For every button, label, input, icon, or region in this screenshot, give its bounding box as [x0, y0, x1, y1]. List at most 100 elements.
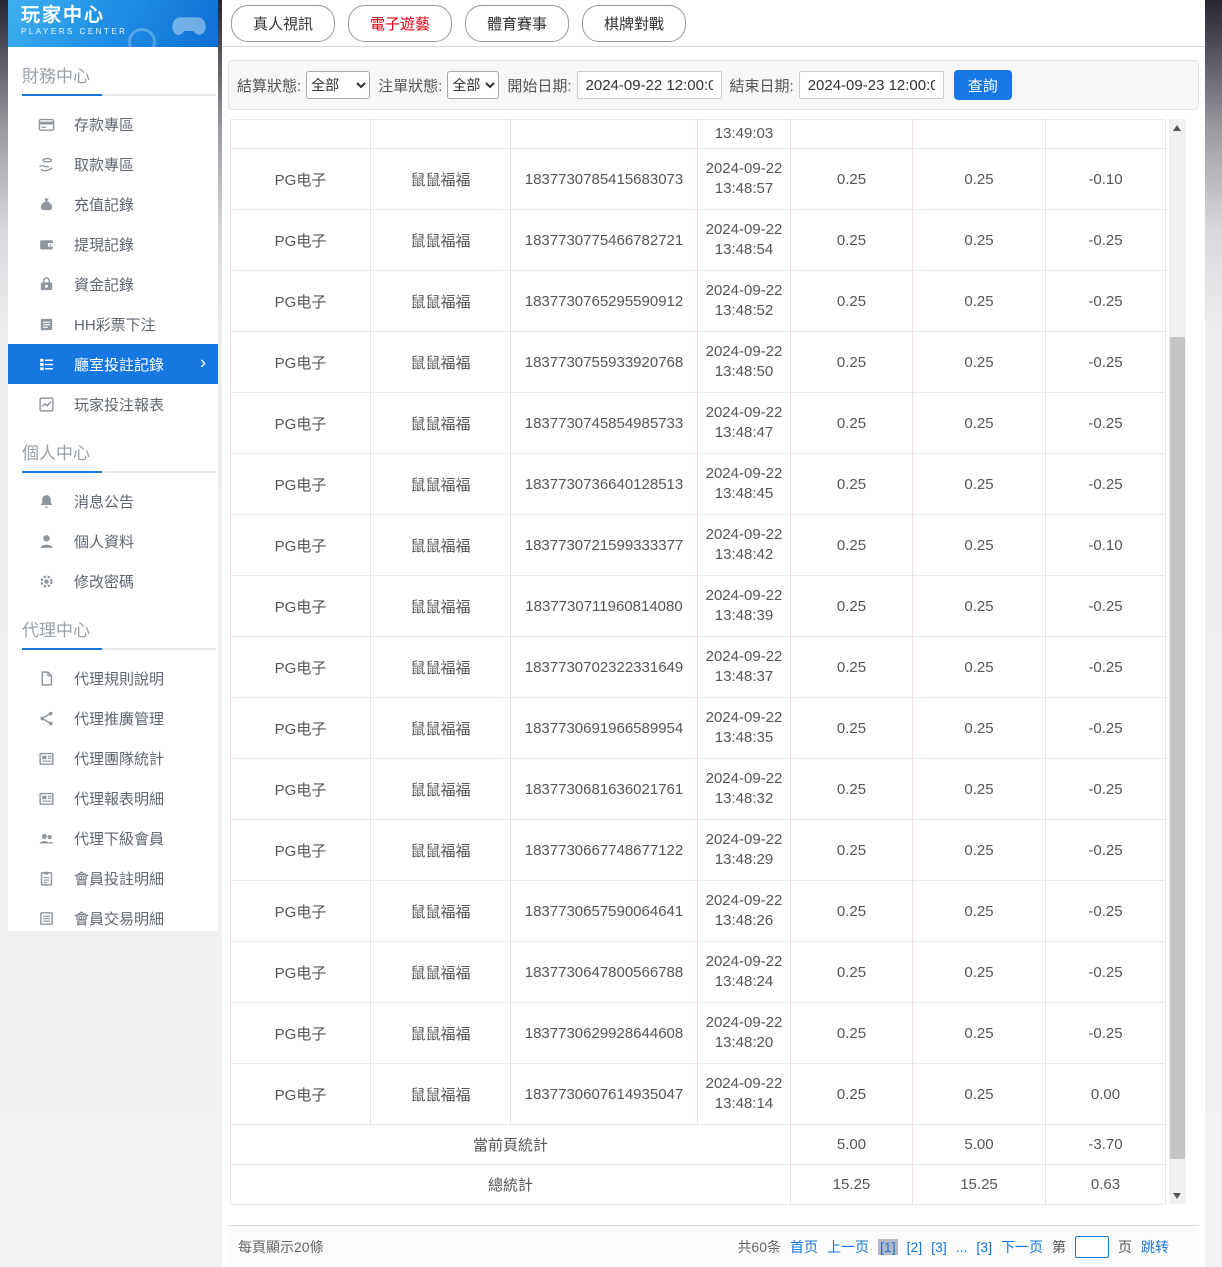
- sidebar-item-room-bet-records[interactable]: 廳室投註記錄›: [8, 344, 218, 384]
- sidebar-item-label: 資金記錄: [74, 274, 134, 295]
- cell-valid-bet: 0.25: [913, 698, 1046, 759]
- sidebar-item-withdrawal-records[interactable]: 提現記錄: [8, 224, 218, 264]
- sidebar-item-label: 修改密碼: [74, 571, 134, 592]
- sidebar-item-withdraw-zone[interactable]: 取款專區: [8, 144, 218, 184]
- cell-game: 鼠鼠福福: [371, 637, 511, 698]
- cell-time: 13:49:03: [698, 120, 791, 149]
- sidebar-item-funds-records[interactable]: 資金記錄: [8, 264, 218, 304]
- chart-icon: [38, 396, 55, 413]
- sidebar-item-agent-rules[interactable]: 代理規則說明: [8, 658, 218, 698]
- scrollbar-thumb[interactable]: [1170, 337, 1185, 1159]
- main-content: 真人視訊電子遊藝體育賽事棋牌對戰 結算狀態: 全部 注單狀態: 全部 開始日期:…: [222, 0, 1205, 1267]
- cell-profit: -0.25: [1046, 759, 1166, 820]
- scroll-down-arrow-icon[interactable]: [1169, 1187, 1186, 1204]
- start-date-input[interactable]: [577, 71, 722, 99]
- order-status-select[interactable]: 全部: [447, 71, 499, 99]
- sidebar-item-label: 代理團隊統計: [74, 748, 164, 769]
- sidebar: 玩家中心 PLAYERS CENTER 財務中心存款專區取款專區充值記錄提現記錄…: [8, 0, 218, 931]
- table-row: PG电子鼠鼠福福18377307023223316492024-09-2213:…: [231, 637, 1166, 698]
- tab-live-video[interactable]: 真人視訊: [231, 5, 335, 42]
- cell-time: 2024-09-2213:48:24: [698, 942, 791, 1003]
- page-links: [1][2][3]...[3]: [878, 1239, 992, 1255]
- jump-button[interactable]: 跳转: [1141, 1237, 1169, 1257]
- cell-profit: -0.25: [1046, 454, 1166, 515]
- users-icon: [38, 830, 55, 847]
- sidebar-item-agent-sub-members[interactable]: 代理下級會員: [8, 818, 218, 858]
- sidebar-item-announcements[interactable]: 消息公告: [8, 481, 218, 521]
- order-status-label: 注單狀態:: [378, 75, 442, 96]
- cell-provider: PG电子: [231, 942, 371, 1003]
- tab-electronic-games[interactable]: 電子遊藝: [348, 5, 452, 42]
- sidebar-item-recharge-records[interactable]: 充值記錄: [8, 184, 218, 224]
- page-link[interactable]: [1]: [878, 1239, 898, 1255]
- cell-valid-bet: 0.25: [913, 942, 1046, 1003]
- cell-profit: -0.25: [1046, 576, 1166, 637]
- cell-profit: -0.10: [1046, 149, 1166, 210]
- sidebar-item-player-bet-report[interactable]: 玩家投注報表: [8, 384, 218, 424]
- next-page-link[interactable]: 下一页: [1001, 1237, 1043, 1257]
- total-summary-profit: 0.63: [1046, 1165, 1166, 1205]
- chevron-right-icon: ›: [200, 353, 206, 374]
- sidebar-item-member-bet-detail[interactable]: 會員投註明細: [8, 858, 218, 898]
- sidebar-item-agent-team-stats[interactable]: 代理團隊統計: [8, 738, 218, 778]
- pagination-bar: 每頁顯示20條 共60条 首页 上一页 [1][2][3]...[3] 下一页 …: [228, 1225, 1199, 1267]
- sidebar-item-profile[interactable]: 個人資料: [8, 521, 218, 561]
- cell-valid-bet: 0.25: [913, 1064, 1046, 1125]
- sidebar-item-change-password[interactable]: 修改密碼: [8, 561, 218, 601]
- cell-valid-bet: 0.25: [913, 820, 1046, 881]
- page-size-text: 每頁顯示20條: [238, 1237, 324, 1257]
- cell-valid-bet: 0.25: [913, 149, 1046, 210]
- table-scrollbar[interactable]: [1169, 119, 1186, 1204]
- tab-board-games[interactable]: 棋牌對戰: [582, 5, 686, 42]
- document-icon: [38, 316, 55, 333]
- end-date-input[interactable]: [799, 71, 944, 99]
- records-table-wrap: 13:49:03PG电子鼠鼠福福18377307854156830732024-…: [230, 119, 1186, 1205]
- cell-bet-amount: 0.25: [791, 698, 913, 759]
- sidebar-item-member-transaction-detail[interactable]: 會員交易明細: [8, 898, 218, 938]
- search-button[interactable]: 查詢: [954, 70, 1012, 100]
- cell-order-no: 1837730681636021761: [511, 759, 698, 820]
- cell-game: 鼠鼠福福: [371, 332, 511, 393]
- cell-profit: -0.25: [1046, 393, 1166, 454]
- jump-page-input[interactable]: [1075, 1236, 1109, 1258]
- cell-order-no: 1837730629928644608: [511, 1003, 698, 1064]
- cell-time: 2024-09-2213:48:47: [698, 393, 791, 454]
- scroll-up-arrow-icon[interactable]: [1169, 119, 1186, 136]
- section-underline: [22, 94, 216, 96]
- end-date-label: 結束日期:: [730, 75, 794, 96]
- cell-game: 鼠鼠福福: [371, 271, 511, 332]
- sidebar-item-label: 代理推廣管理: [74, 708, 164, 729]
- cell-profit: -0.25: [1046, 698, 1166, 759]
- deposit-card-icon: [38, 116, 55, 133]
- cell-time: 2024-09-2213:48:52: [698, 271, 791, 332]
- sidebar-section-title: 財務中心: [8, 47, 218, 94]
- cell-game: 鼠鼠福福: [371, 820, 511, 881]
- cell-valid-bet: 0.25: [913, 1003, 1046, 1064]
- sidebar-sections: 財務中心存款專區取款專區充值記錄提現記錄資金記錄 HH彩票下注廳室投註記錄›玩家投…: [8, 47, 218, 938]
- sidebar-item-deposit-zone[interactable]: 存款專區: [8, 104, 218, 144]
- list-icon: [38, 910, 55, 927]
- cell-time: 2024-09-2213:48:50: [698, 332, 791, 393]
- first-page-link[interactable]: 首页: [790, 1237, 818, 1257]
- cell-game: 鼠鼠福福: [371, 454, 511, 515]
- table-row: PG电子鼠鼠福福18377306299286446082024-09-2213:…: [231, 1003, 1166, 1064]
- prev-page-link[interactable]: 上一页: [827, 1237, 869, 1257]
- page-link[interactable]: [2]: [907, 1239, 923, 1255]
- table-row: PG电子鼠鼠福福18377306816360217612024-09-2213:…: [231, 759, 1166, 820]
- page-summary-profit: -3.70: [1046, 1125, 1166, 1165]
- wallet-icon: [38, 236, 55, 253]
- cell-bet-amount: 0.25: [791, 637, 913, 698]
- sidebar-item-label: 代理規則說明: [74, 668, 164, 689]
- cell-provider: PG电子: [231, 698, 371, 759]
- sidebar-section-title: 代理中心: [8, 601, 218, 648]
- tab-sports[interactable]: 體育賽事: [465, 5, 569, 42]
- sidebar-item-agent-promotion[interactable]: 代理推廣管理: [8, 698, 218, 738]
- sidebar-item-hh-lottery-bets[interactable]: HH彩票下注: [8, 304, 218, 344]
- settle-status-select[interactable]: 全部: [306, 71, 370, 99]
- settle-status-label: 結算狀態:: [237, 75, 301, 96]
- page-link[interactable]: [3]: [976, 1239, 992, 1255]
- sidebar-item-agent-report-detail[interactable]: 代理報表明細: [8, 778, 218, 818]
- table-row: PG电子鼠鼠福福18377306677486771222024-09-2213:…: [231, 820, 1166, 881]
- page-link[interactable]: [3]: [931, 1239, 947, 1255]
- cell-provider: PG电子: [231, 210, 371, 271]
